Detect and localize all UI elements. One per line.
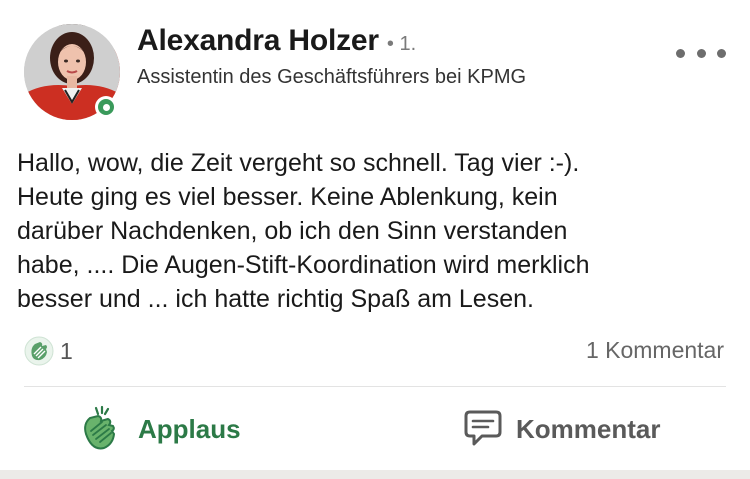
post-text-line: Heute ging es viel besser. Keine Ablenku…: [17, 183, 558, 211]
online-status-ring: [98, 99, 114, 115]
comment-button[interactable]: Kommentar: [458, 404, 660, 454]
author-headline: Assistentin des Geschäftsführers bei KPM…: [137, 66, 527, 88]
more-dot: [676, 48, 685, 58]
author-name[interactable]: Alexandra Holzer: [137, 24, 379, 58]
reaction-summary[interactable]: 1: [24, 336, 73, 366]
post-body: Hallo, wow, die Zeit vergeht so schnell.…: [17, 146, 733, 316]
divider: [24, 386, 726, 387]
applaus-button[interactable]: Applaus: [80, 404, 241, 454]
reaction-count: 1: [60, 337, 73, 364]
applaus-label: Applaus: [138, 413, 241, 444]
author-header: Alexandra Holzer • 1.: [137, 24, 416, 58]
more-dot: [696, 48, 706, 58]
clapping-hands-icon: [24, 336, 54, 366]
online-status-dot: [102, 103, 110, 111]
more-dot: [717, 48, 726, 58]
comment-label: Kommentar: [516, 413, 661, 444]
comment-count[interactable]: 1 Kommentar: [586, 337, 724, 364]
post-text-line: besser und ... ich hatte richtig Spaß am…: [17, 285, 534, 313]
connection-degree: • 1.: [386, 33, 417, 55]
online-status-icon: [95, 96, 117, 118]
post-text-line: Hallo, wow, die Zeit vergeht so schnell.…: [17, 149, 580, 177]
post-text-line: darüber Nachdenken, ob ich den Sinn vers…: [17, 217, 568, 245]
more-options-icon[interactable]: [676, 40, 726, 66]
feed-separator: [0, 470, 750, 479]
post-text-line: habe, .... Die Augen-Stift-Koordination …: [17, 251, 590, 279]
speech-bubble-icon: [464, 410, 502, 446]
clapping-hands-icon: [84, 405, 116, 450]
feed-post: Alexandra Holzer • 1. Assistentin des Ge…: [0, 0, 750, 479]
